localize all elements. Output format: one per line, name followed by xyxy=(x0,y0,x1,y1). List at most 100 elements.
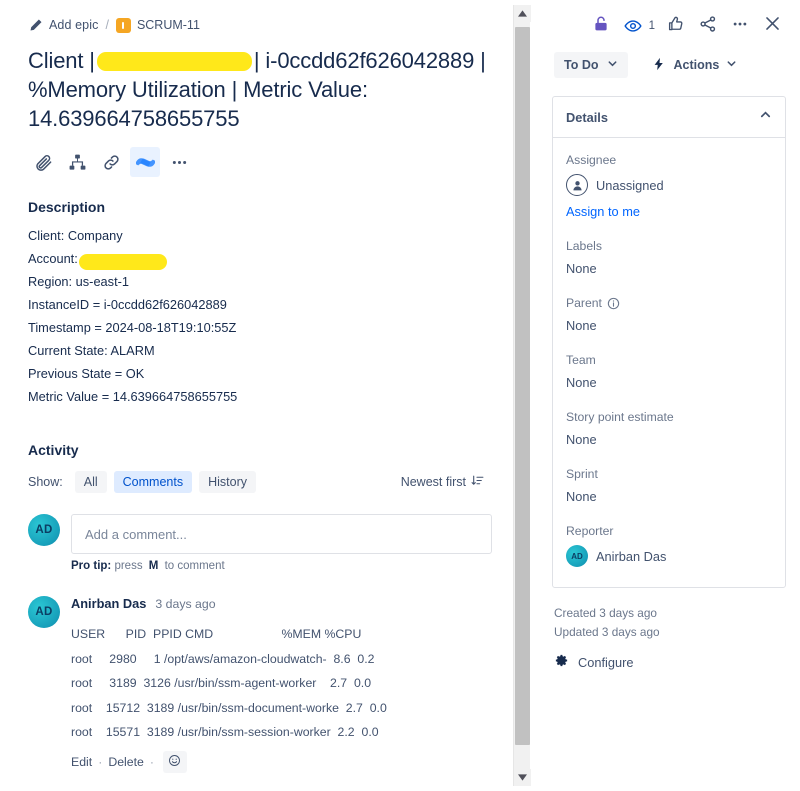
activity-filter-all[interactable]: All xyxy=(74,471,107,493)
pencil-icon xyxy=(28,18,43,33)
activity-heading: Activity xyxy=(28,442,79,458)
add-epic-link[interactable]: Add epic xyxy=(49,18,98,32)
details-panel-body: Assignee Unassigned Assign to me Labels … xyxy=(553,138,785,587)
activity-filter-bar: Show: All Comments History Newest first xyxy=(28,468,492,496)
actions-dropdown[interactable]: Actions xyxy=(648,51,741,80)
process-table-header: USER PID PPID CMD %MEM %CPU xyxy=(71,627,362,641)
page-title[interactable]: Client | | i-0ccdd62f626042889 | %Memory … xyxy=(28,46,492,133)
issue-key-link[interactable]: SCRUM-11 xyxy=(137,18,200,32)
details-panel-header[interactable]: Details xyxy=(553,97,785,138)
thumbs-up-icon xyxy=(667,15,685,38)
description-line-account: Account: xyxy=(28,247,492,270)
comment-actions: Edit · Delete · xyxy=(71,750,492,773)
scroll-down-button[interactable] xyxy=(514,769,531,786)
field-label-labels: Labels xyxy=(566,239,602,253)
team-value[interactable]: None xyxy=(566,372,772,392)
field-labels: Labels None xyxy=(566,239,772,278)
story-type-icon xyxy=(115,17,131,33)
restrict-access-button[interactable] xyxy=(587,12,615,40)
field-label-parent: Parent xyxy=(566,296,772,310)
confluence-link-button[interactable] xyxy=(130,147,160,177)
comment-body: Anirban Das 3 days ago USER PID PPID CMD… xyxy=(71,596,492,773)
pro-tip-text: Pro tip: press M to comment xyxy=(71,560,492,572)
watcher-count: 1 xyxy=(648,20,655,32)
pro-tip-press: press xyxy=(114,560,143,572)
field-parent: Parent None xyxy=(566,296,772,335)
parent-value[interactable]: None xyxy=(566,315,772,335)
close-button[interactable] xyxy=(758,12,786,40)
comment-item: AD Anirban Das 3 days ago USER PID PPID … xyxy=(28,596,492,773)
status-dropdown[interactable]: To Do xyxy=(554,52,629,78)
sort-order-button[interactable]: Newest first xyxy=(401,474,492,490)
sort-order-label: Newest first xyxy=(400,475,466,489)
field-story-point-estimate: Story point estimate None xyxy=(566,410,772,449)
process-table: USER PID PPID CMD %MEM %CPU root 2980 1 /… xyxy=(71,622,492,745)
created-timestamp: Created 3 days ago xyxy=(554,606,657,620)
comment-delete-button[interactable]: Delete xyxy=(108,755,144,769)
chevron-up-icon[interactable] xyxy=(759,108,772,126)
field-label-story-point-estimate: Story point estimate xyxy=(566,410,674,424)
configure-label: Configure xyxy=(578,654,634,670)
process-table-row: root 15712 3189 /usr/bin/ssm-document-wo… xyxy=(71,700,387,715)
sprint-value[interactable]: None xyxy=(566,486,772,506)
parent-label-text: Parent xyxy=(566,296,602,310)
comment-timestamp: 3 days ago xyxy=(155,597,216,611)
show-label: Show: xyxy=(28,475,63,489)
more-actions-button[interactable] xyxy=(164,147,194,177)
field-team: Team None xyxy=(566,353,772,392)
issue-action-toolbar xyxy=(28,147,492,177)
unlock-icon xyxy=(592,15,610,38)
actions-label: Actions xyxy=(673,58,720,72)
configure-button[interactable]: Configure xyxy=(554,653,784,671)
attach-button[interactable] xyxy=(28,147,58,177)
story-point-estimate-value[interactable]: None xyxy=(566,429,772,449)
breadcrumb-separator: / xyxy=(105,18,109,32)
labels-value[interactable]: None xyxy=(566,258,772,278)
watch-button[interactable]: 1 xyxy=(619,12,658,40)
assignee-value[interactable]: Unassigned xyxy=(566,172,772,198)
comment-action-separator: · xyxy=(98,754,103,769)
assign-to-me-link[interactable]: Assign to me xyxy=(566,204,640,219)
account-label: Account: xyxy=(28,251,78,266)
chevron-down-icon xyxy=(607,58,618,72)
updated-timestamp: Updated 3 days ago xyxy=(554,625,660,639)
child-issue-icon xyxy=(68,153,87,172)
field-label-team: Team xyxy=(566,353,596,367)
add-reaction-button[interactable] xyxy=(162,750,187,773)
comment-meta: Anirban Das 3 days ago xyxy=(71,596,492,614)
add-child-issue-button[interactable] xyxy=(62,147,92,177)
description-body[interactable]: Client: Company Account: Region: us-east… xyxy=(28,224,492,408)
more-icon xyxy=(170,153,189,172)
scroll-up-button[interactable] xyxy=(514,5,531,22)
watch-eye-icon xyxy=(619,12,647,40)
issue-title-prefix: Client | xyxy=(28,48,95,73)
description-line-metric-value: Metric Value = 14.639664758655755 xyxy=(28,389,238,404)
link-issue-button[interactable] xyxy=(96,147,126,177)
description-line-previous-state: Previous State = OK xyxy=(28,366,145,381)
confluence-icon xyxy=(135,153,155,172)
pro-tip-shortcut-key: M xyxy=(148,560,159,572)
info-icon[interactable] xyxy=(607,297,620,310)
pro-tip-suffix: to comment xyxy=(164,560,225,572)
redacted-client-name xyxy=(96,51,252,71)
add-comment-input[interactable]: Add a comment... xyxy=(71,514,492,554)
process-table-row: root 15571 3189 /usr/bin/ssm-session-wor… xyxy=(71,725,379,739)
comment-author-name[interactable]: Anirban Das xyxy=(71,596,146,611)
description-line-timestamp: Timestamp = 2024-08-18T19:10:55Z xyxy=(28,320,237,335)
comment-edit-button[interactable]: Edit xyxy=(71,755,92,769)
sidebar-more-button[interactable] xyxy=(726,12,754,40)
share-button[interactable] xyxy=(694,12,722,40)
activity-filter-comments[interactable]: Comments xyxy=(113,471,193,493)
scrollbar-thumb[interactable] xyxy=(515,27,530,745)
activity-filter-history[interactable]: History xyxy=(199,471,256,493)
comment-action-separator: · xyxy=(149,754,154,769)
issue-sidebar: 1 To Do Actions Details Assignee Unassig… xyxy=(536,0,800,791)
main-pane-scrollbar[interactable] xyxy=(513,5,531,786)
reporter-value[interactable]: AD Anirban Das xyxy=(566,543,772,569)
emoji-icon xyxy=(168,754,181,770)
link-icon xyxy=(102,153,121,172)
field-sprint: Sprint None xyxy=(566,467,772,506)
status-label: To Do xyxy=(564,58,599,72)
vote-button[interactable] xyxy=(662,12,690,40)
process-table-row: root 3189 3126 /usr/bin/ssm-agent-worker… xyxy=(71,676,372,690)
